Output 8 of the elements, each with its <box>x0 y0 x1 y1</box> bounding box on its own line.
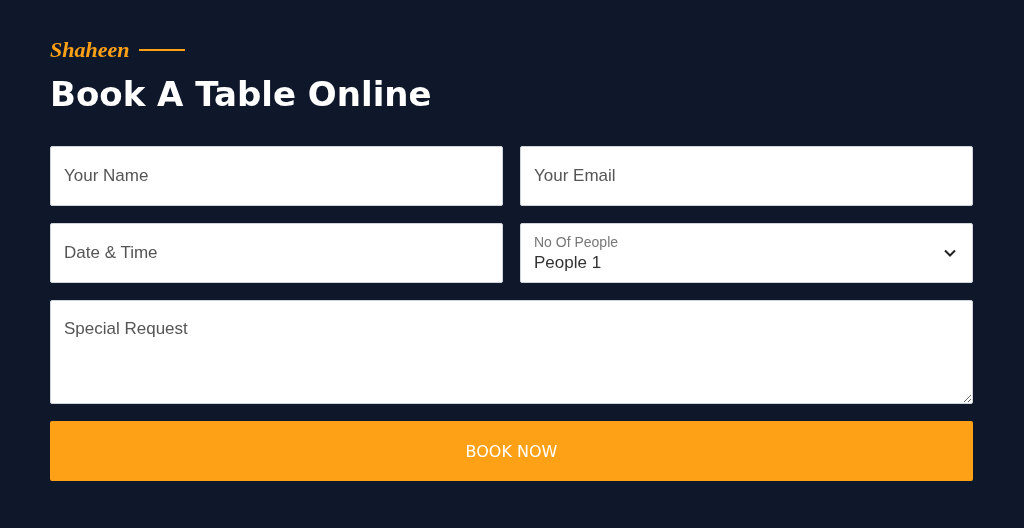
page-title: Book A Table Online <box>50 73 433 116</box>
input-field[interactable]: Date & Time <box>50 223 503 283</box>
chevron-down-icon <box>944 249 956 257</box>
request-textarea[interactable]: Special Request <box>50 300 973 404</box>
input-field[interactable]: Your Name <box>50 146 503 206</box>
section-subtitle: Shaheen <box>50 37 130 63</box>
input-field[interactable]: Your Email <box>520 146 973 206</box>
people-select[interactable]: No Of People People 1 <box>520 223 973 283</box>
